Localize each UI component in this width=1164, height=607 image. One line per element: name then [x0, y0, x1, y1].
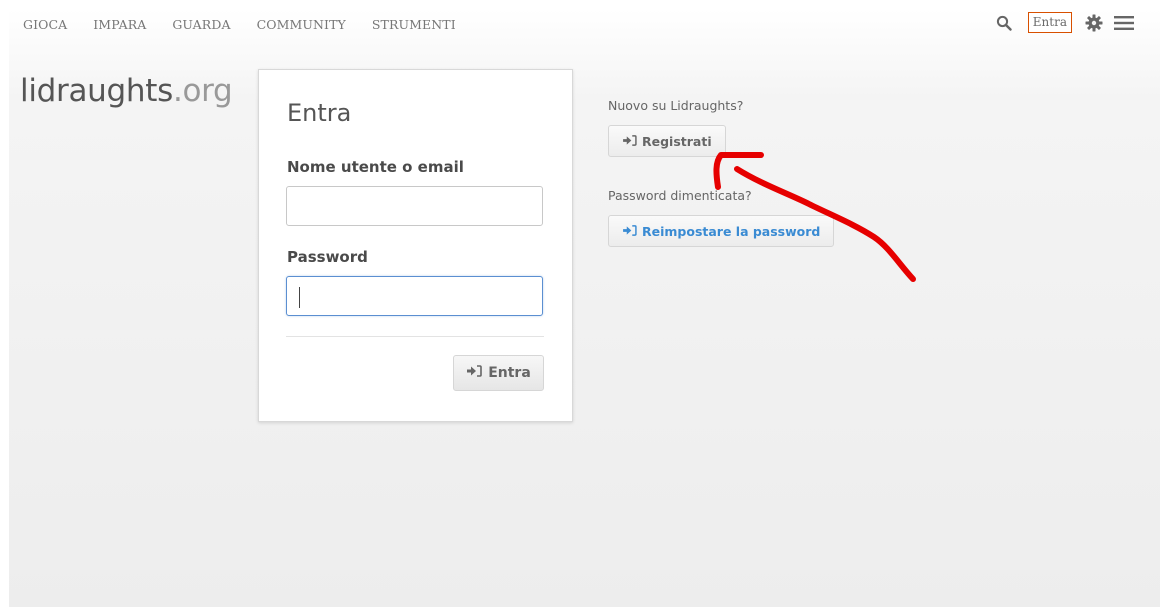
nav-item-community[interactable]: COMMUNITY — [257, 17, 346, 32]
logo-name: lidraughts — [20, 73, 173, 109]
register-button[interactable]: Registrati — [608, 125, 726, 157]
login-submit-button[interactable]: Entra — [453, 355, 544, 391]
gear-icon[interactable] — [1082, 11, 1106, 35]
text-caret — [299, 287, 300, 308]
login-submit-label: Entra — [488, 365, 531, 381]
sign-in-icon — [466, 365, 483, 381]
site-logo[interactable]: lidraughts.org — [20, 73, 233, 109]
sign-in-icon — [622, 224, 637, 239]
page-viewport: GIOCA IMPARA GUARDA COMMUNITY STRUMENTI … — [9, 9, 1160, 607]
register-label: Registrati — [642, 133, 712, 149]
login-card: Entra Nome utente o email Password Entra — [258, 69, 573, 422]
search-icon[interactable] — [992, 11, 1016, 35]
login-title: Entra — [287, 99, 352, 127]
nav-item-impara[interactable]: IMPARA — [93, 17, 146, 32]
nav-item-guarda[interactable]: GUARDA — [172, 17, 230, 32]
top-navigation: GIOCA IMPARA GUARDA COMMUNITY STRUMENTI — [9, 9, 468, 39]
password-label: Password — [287, 248, 368, 266]
sign-in-icon — [622, 134, 637, 149]
reset-password-label: Reimpostare la password — [642, 223, 821, 239]
hamburger-menu-icon[interactable] — [1112, 11, 1136, 35]
password-input[interactable] — [286, 276, 543, 316]
new-user-text: Nuovo su Lidraughts? — [608, 98, 744, 113]
logo-tld: .org — [172, 73, 233, 109]
signin-link[interactable]: Entra — [1027, 12, 1072, 33]
form-divider — [286, 336, 544, 337]
username-label: Nome utente o email — [287, 158, 464, 176]
reset-password-button[interactable]: Reimpostare la password — [608, 215, 835, 247]
nav-item-gioca[interactable]: GIOCA — [23, 17, 67, 32]
username-input[interactable] — [286, 186, 543, 226]
nav-item-strumenti[interactable]: STRUMENTI — [372, 17, 456, 32]
top-right-controls: Entra — [992, 9, 1136, 36]
forgot-password-text: Password dimenticata? — [608, 188, 752, 203]
